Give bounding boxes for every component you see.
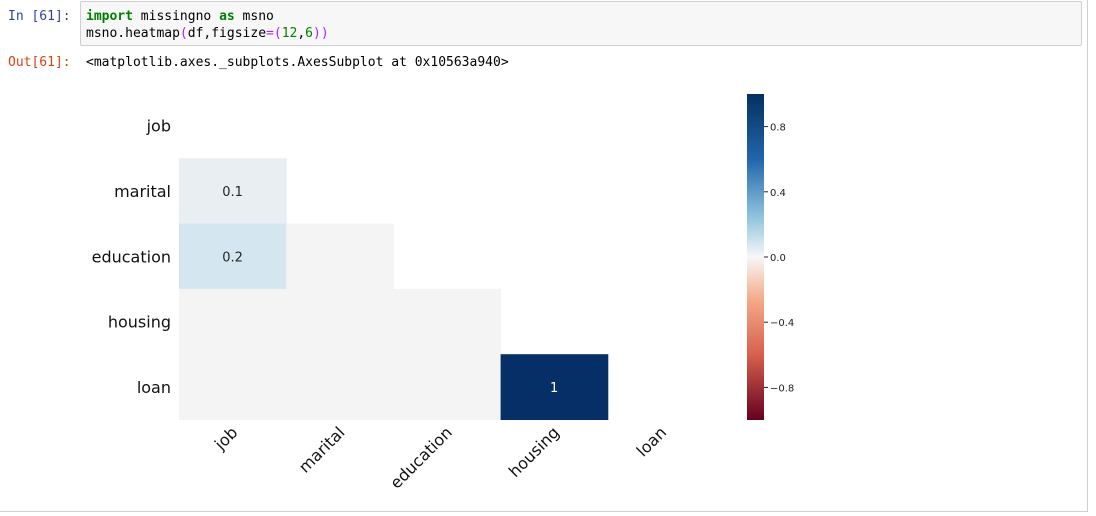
colorbar-tick-label: 0.8 [770, 123, 786, 134]
cell-value-label: 0.1 [222, 185, 243, 200]
cell-value-label: 0.2 [222, 250, 243, 265]
colorbar-ticks: 0.8 0.4 0.0 −0.4 −0.8 [764, 123, 794, 394]
colorbar-tick-label: −0.8 [770, 383, 794, 394]
heatmap-cell-housing-marital [286, 288, 394, 355]
colorbar-tick-label: 0.4 [770, 188, 786, 199]
column-label-job: job [210, 423, 241, 454]
notebook-cell: In [61]: import missingno as msno msno.h… [0, 0, 1088, 512]
row-labels: job marital education housing loan [92, 117, 171, 397]
colorbar-tick-label: 0.0 [770, 253, 786, 264]
row-label-housing: housing [108, 313, 171, 332]
row-label-education: education [92, 247, 171, 266]
heatmap-cell-education-marital [286, 223, 394, 290]
row-label-job: job [146, 117, 171, 136]
heatmap-cells: 0.1 0.2 1 [179, 158, 609, 420]
cell-value-label: 1 [550, 381, 558, 396]
column-label-marital: marital [295, 423, 349, 477]
row-label-marital: marital [114, 182, 171, 201]
heatmap-cell-housing-job [179, 288, 287, 355]
column-label-housing: housing [505, 423, 563, 481]
column-labels: job marital education housing loan [210, 423, 670, 493]
row-label-loan: loan [137, 378, 171, 397]
heatmap-cell-loan-job [179, 354, 287, 420]
heatmap-cell-loan-education [393, 354, 502, 420]
column-label-loan: loan [633, 423, 671, 461]
heatmap-cell-loan-marital [286, 354, 394, 420]
heatmap-cell-housing-education [393, 288, 502, 355]
missingno-heatmap: 0.1 0.2 1 job marital education housing loan j… [92, 94, 794, 493]
column-label-education: education [386, 423, 456, 493]
colorbar-tick-label: −0.4 [770, 318, 794, 329]
colorbar [747, 94, 764, 420]
